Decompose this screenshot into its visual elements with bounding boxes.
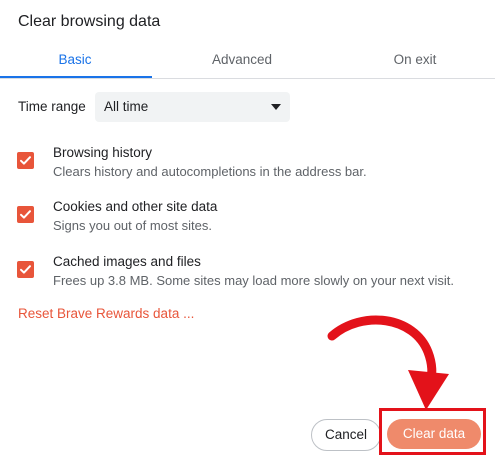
checkmark-icon <box>20 210 31 219</box>
reset-rewards-link[interactable]: Reset Brave Rewards data ... <box>18 306 194 321</box>
tab-on-exit[interactable]: On exit <box>340 46 490 76</box>
option-cookies: Cookies and other site data Signs you ou… <box>0 199 495 243</box>
dropdown-arrow-icon <box>271 104 281 110</box>
tab-advanced[interactable]: Advanced <box>167 46 317 76</box>
checkmark-icon <box>20 156 31 165</box>
option-title: Cached images and files <box>53 254 201 269</box>
option-title: Cookies and other site data <box>53 199 218 214</box>
time-range-value: All time <box>104 99 149 114</box>
cookies-checkbox[interactable] <box>17 206 34 223</box>
tab-basic[interactable]: Basic <box>0 46 150 76</box>
curved-arrow-icon <box>327 315 449 410</box>
clear-browsing-data-dialog: Clear browsing data Basic Advanced On ex… <box>0 0 500 462</box>
cached-images-checkbox[interactable] <box>17 261 34 278</box>
option-description: Signs you out of most sites. <box>53 218 212 233</box>
active-tab-indicator <box>0 76 152 78</box>
checkmark-icon <box>20 265 31 274</box>
option-description: Clears history and autocompletions in th… <box>53 164 367 179</box>
option-description: Frees up 3.8 MB. Some sites may load mor… <box>53 273 454 288</box>
cancel-button[interactable]: Cancel <box>311 419 381 451</box>
option-browsing-history: Browsing history Clears history and auto… <box>0 145 495 189</box>
option-cached-images: Cached images and files Frees up 3.8 MB.… <box>0 254 495 298</box>
tab-bar: Basic Advanced On exit <box>0 46 495 79</box>
browsing-history-checkbox[interactable] <box>17 152 34 169</box>
time-range-label: Time range <box>18 99 86 114</box>
option-title: Browsing history <box>53 145 153 160</box>
red-highlight-box <box>379 408 486 455</box>
dialog-title: Clear browsing data <box>18 13 161 30</box>
time-range-select[interactable]: All time <box>95 92 290 122</box>
